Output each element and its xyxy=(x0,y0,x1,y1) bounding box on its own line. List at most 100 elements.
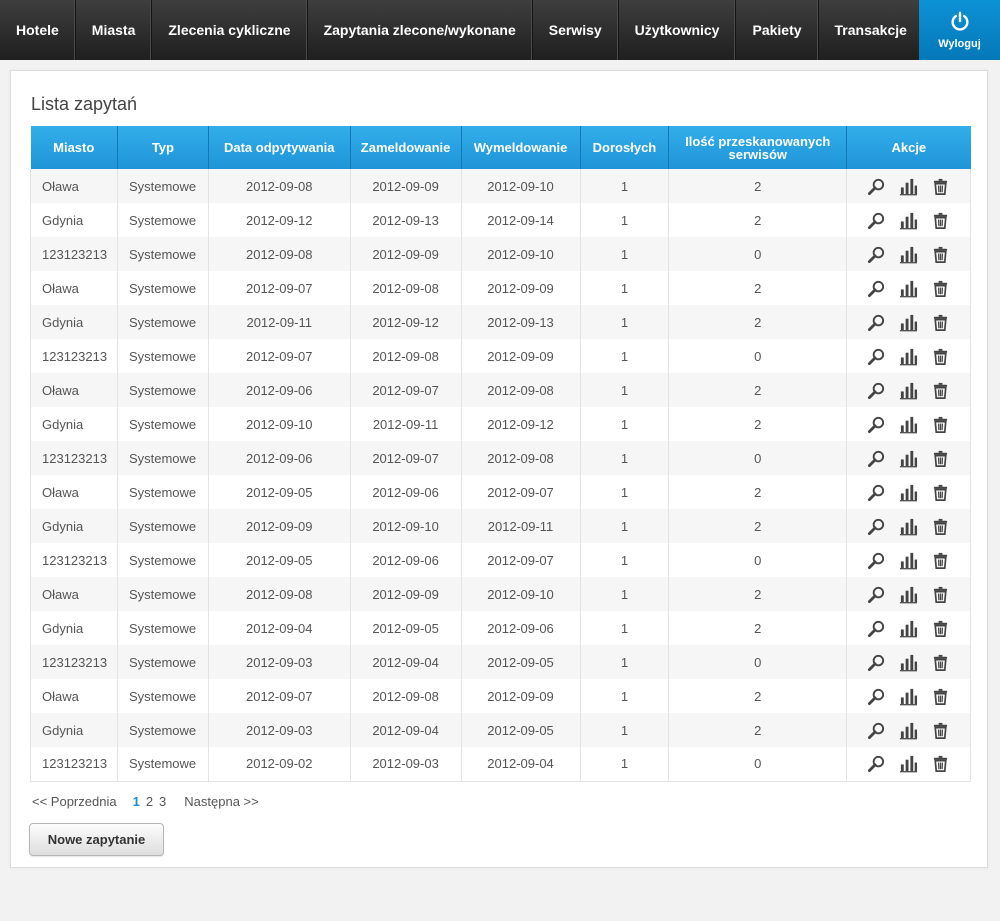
cell-data-odpytywania: 2012-09-05 xyxy=(208,543,351,577)
magnifier-icon[interactable] xyxy=(867,449,886,468)
nav-item-zapytania[interactable]: Zapytania zlecone/wykonane xyxy=(308,0,533,60)
nav-item-hotele[interactable]: Hotele xyxy=(0,0,76,60)
cell-doroslych: 1 xyxy=(580,203,670,237)
new-query-button[interactable]: Nowe zapytanie xyxy=(29,823,164,856)
cell-ilosc-serwisow: 0 xyxy=(668,543,848,577)
cell-data-odpytywania: 2012-09-03 xyxy=(208,645,351,679)
magnifier-icon[interactable] xyxy=(867,754,886,773)
bar-chart-icon[interactable] xyxy=(899,313,918,332)
magnifier-icon[interactable] xyxy=(867,483,886,502)
bar-chart-icon[interactable] xyxy=(899,279,918,298)
pagination-page-3[interactable]: 3 xyxy=(159,794,166,809)
cell-actions xyxy=(846,645,971,679)
magnifier-icon[interactable] xyxy=(867,347,886,366)
bar-chart-icon[interactable] xyxy=(899,415,918,434)
trash-icon[interactable] xyxy=(931,177,950,196)
nav-item-serwisy[interactable]: Serwisy xyxy=(533,0,619,60)
cell-wymeldowanie: 2012-09-10 xyxy=(461,169,581,203)
nav-item-uzytkownicy[interactable]: Użytkownicy xyxy=(619,0,737,60)
magnifier-icon[interactable] xyxy=(867,211,886,230)
bar-chart-icon[interactable] xyxy=(899,381,918,400)
trash-icon[interactable] xyxy=(931,483,950,502)
cell-wymeldowanie: 2012-09-09 xyxy=(461,271,581,305)
cell-ilosc-serwisow: 2 xyxy=(668,577,848,611)
trash-icon[interactable] xyxy=(931,245,950,264)
trash-icon[interactable] xyxy=(931,381,950,400)
cell-doroslych: 1 xyxy=(580,509,670,543)
nav-item-transakcje[interactable]: Transakcje xyxy=(819,0,924,60)
trash-icon[interactable] xyxy=(931,585,950,604)
table-row: 123123213 Systemowe 2012-09-08 2012-09-09 20… xyxy=(30,237,971,271)
cell-doroslych: 1 xyxy=(580,237,670,271)
cell-typ: Systemowe xyxy=(117,305,209,339)
trash-icon[interactable] xyxy=(931,313,950,332)
bar-chart-icon[interactable] xyxy=(899,585,918,604)
bar-chart-icon[interactable] xyxy=(899,551,918,570)
trash-icon[interactable] xyxy=(931,279,950,298)
column-header-miasto[interactable]: Miasto xyxy=(30,126,118,169)
logout-button[interactable]: Wyloguj xyxy=(919,0,1000,60)
cell-miasto: 123123213 xyxy=(30,339,118,373)
cell-typ: Systemowe xyxy=(117,237,209,271)
column-header-typ[interactable]: Typ xyxy=(117,126,209,169)
trash-icon[interactable] xyxy=(931,415,950,434)
magnifier-icon[interactable] xyxy=(867,551,886,570)
bar-chart-icon[interactable] xyxy=(899,653,918,672)
cell-doroslych: 1 xyxy=(580,713,670,747)
cell-data-odpytywania: 2012-09-06 xyxy=(208,373,351,407)
bar-chart-icon[interactable] xyxy=(899,687,918,706)
trash-icon[interactable] xyxy=(931,754,950,773)
cell-doroslych: 1 xyxy=(580,373,670,407)
trash-icon[interactable] xyxy=(931,619,950,638)
table-row: 123123213 Systemowe 2012-09-06 2012-09-07 20… xyxy=(30,441,971,475)
nav-item-miasta[interactable]: Miasta xyxy=(76,0,153,60)
magnifier-icon[interactable] xyxy=(867,245,886,264)
cell-actions xyxy=(846,713,971,747)
table-row: Oława Systemowe 2012-09-07 2012-09-08 2012-0… xyxy=(30,679,971,713)
trash-icon[interactable] xyxy=(931,517,950,536)
magnifier-icon[interactable] xyxy=(867,653,886,672)
magnifier-icon[interactable] xyxy=(867,415,886,434)
magnifier-icon[interactable] xyxy=(867,313,886,332)
pagination-page-2[interactable]: 2 xyxy=(146,794,153,809)
cell-actions xyxy=(846,339,971,373)
cell-data-odpytywania: 2012-09-07 xyxy=(208,679,351,713)
column-header-doroslych[interactable]: Dorosłych xyxy=(580,126,670,169)
bar-chart-icon[interactable] xyxy=(899,245,918,264)
magnifier-icon[interactable] xyxy=(867,619,886,638)
bar-chart-icon[interactable] xyxy=(899,721,918,740)
pagination-page-1[interactable]: 1 xyxy=(133,794,140,809)
pagination-prev-link[interactable]: << Poprzednia xyxy=(32,794,117,809)
nav-item-zlecenia-cykliczne[interactable]: Zlecenia cykliczne xyxy=(152,0,308,60)
magnifier-icon[interactable] xyxy=(867,687,886,706)
column-header-ilosc-serwisow[interactable]: Ilość przeskanowanych serwisów xyxy=(668,126,848,169)
column-header-zameldowanie[interactable]: Zameldowanie xyxy=(350,126,462,169)
trash-icon[interactable] xyxy=(931,721,950,740)
trash-icon[interactable] xyxy=(931,449,950,468)
nav-item-pakiety[interactable]: Pakiety xyxy=(736,0,819,60)
trash-icon[interactable] xyxy=(931,347,950,366)
bar-chart-icon[interactable] xyxy=(899,177,918,196)
bar-chart-icon[interactable] xyxy=(899,754,918,773)
bar-chart-icon[interactable] xyxy=(899,449,918,468)
cell-miasto: 123123213 xyxy=(30,237,118,271)
magnifier-icon[interactable] xyxy=(867,279,886,298)
pagination-next-link[interactable]: Następna >> xyxy=(184,794,258,809)
column-header-data-odpytywania[interactable]: Data odpytywania xyxy=(208,126,351,169)
bar-chart-icon[interactable] xyxy=(899,483,918,502)
magnifier-icon[interactable] xyxy=(867,381,886,400)
magnifier-icon[interactable] xyxy=(867,721,886,740)
bar-chart-icon[interactable] xyxy=(899,211,918,230)
bar-chart-icon[interactable] xyxy=(899,619,918,638)
trash-icon[interactable] xyxy=(931,687,950,706)
magnifier-icon[interactable] xyxy=(867,585,886,604)
cell-wymeldowanie: 2012-09-09 xyxy=(461,339,581,373)
magnifier-icon[interactable] xyxy=(867,517,886,536)
column-header-wymeldowanie[interactable]: Wymeldowanie xyxy=(461,126,581,169)
trash-icon[interactable] xyxy=(931,551,950,570)
bar-chart-icon[interactable] xyxy=(899,517,918,536)
trash-icon[interactable] xyxy=(931,653,950,672)
trash-icon[interactable] xyxy=(931,211,950,230)
magnifier-icon[interactable] xyxy=(867,177,886,196)
bar-chart-icon[interactable] xyxy=(899,347,918,366)
